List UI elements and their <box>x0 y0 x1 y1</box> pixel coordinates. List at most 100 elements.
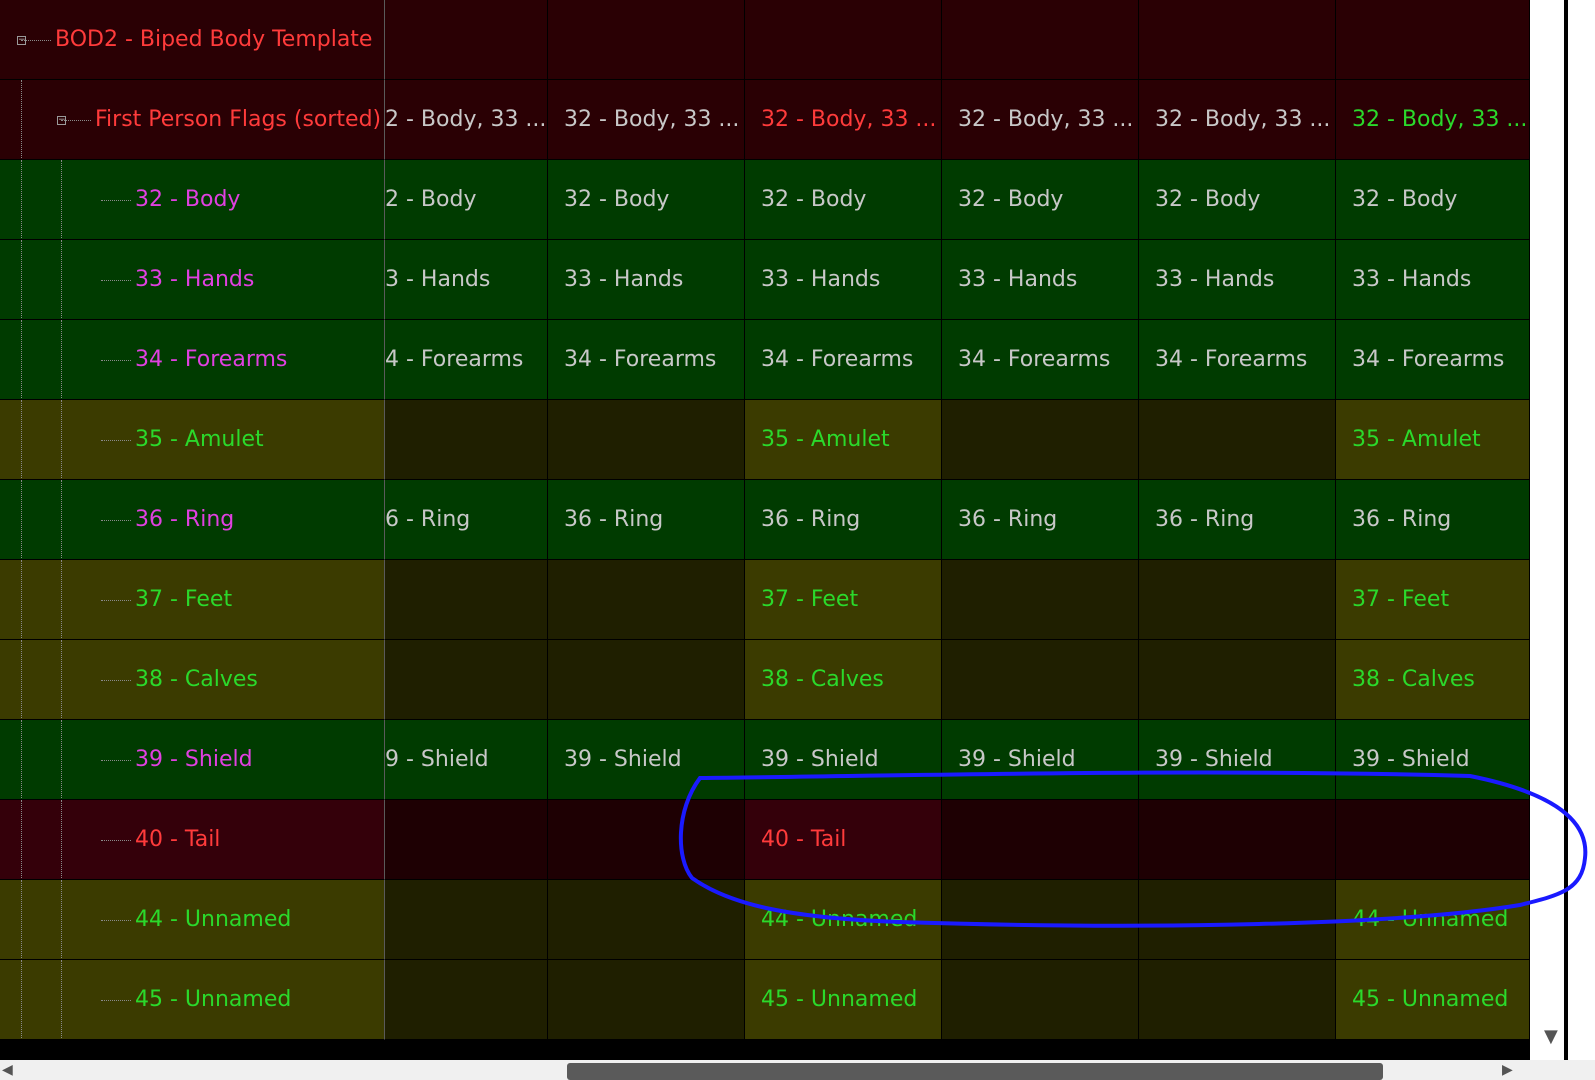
record-cell[interactable] <box>548 880 745 960</box>
row-name-cell[interactable]: − First Person Flags (sorted) <box>0 80 385 160</box>
record-cell[interactable] <box>548 400 745 480</box>
record-cell[interactable] <box>548 800 745 880</box>
record-cell[interactable] <box>548 560 745 640</box>
table-row[interactable]: − BOD2 - Biped Body Template <box>0 0 1530 80</box>
record-cell[interactable] <box>1139 640 1336 720</box>
record-cell[interactable]: 36 - Ring <box>548 480 745 560</box>
record-cell[interactable]: 32 - Body <box>942 160 1139 240</box>
record-cell[interactable] <box>1336 0 1530 80</box>
record-cell[interactable]: 45 - Unnamed <box>745 960 942 1040</box>
record-cell[interactable] <box>385 560 548 640</box>
record-cell[interactable]: 36 - Ring <box>745 480 942 560</box>
record-cell[interactable] <box>1336 800 1530 880</box>
record-cell[interactable]: 44 - Unnamed <box>745 880 942 960</box>
scroll-left-arrow-icon[interactable]: ◀ <box>2 1063 13 1077</box>
scroll-down-arrow-icon[interactable]: ▼ <box>1544 1028 1558 1046</box>
record-cell[interactable]: 37 - Feet <box>1336 560 1530 640</box>
record-cell[interactable]: 34 - Forearms <box>745 320 942 400</box>
table-row[interactable]: 45 - Unnamed 45 - Unnamed 45 - Unnamed <box>0 960 1530 1040</box>
record-cell[interactable]: 32 - Body, 33 ... <box>1139 80 1336 160</box>
record-cell[interactable]: 32 - Body <box>1139 160 1336 240</box>
record-cell[interactable]: 3 - Hands <box>385 240 548 320</box>
record-cell[interactable]: 2 - Body, 33 ... <box>385 80 548 160</box>
record-cell[interactable]: 44 - Unnamed <box>1336 880 1530 960</box>
row-name-cell[interactable]: 38 - Calves <box>0 640 385 720</box>
record-cell[interactable] <box>745 0 942 80</box>
record-cell[interactable]: 33 - Hands <box>548 240 745 320</box>
table-row[interactable]: 40 - Tail 40 - Tail <box>0 800 1530 880</box>
table-row[interactable]: 38 - Calves 38 - Calves 38 - Calves <box>0 640 1530 720</box>
record-cell[interactable] <box>1139 0 1336 80</box>
record-cell[interactable] <box>385 400 548 480</box>
record-cell[interactable] <box>1139 960 1336 1040</box>
record-cell[interactable] <box>942 400 1139 480</box>
record-cell[interactable] <box>385 880 548 960</box>
record-cell[interactable] <box>1139 800 1336 880</box>
record-cell[interactable]: 39 - Shield <box>548 720 745 800</box>
row-name-cell[interactable]: 44 - Unnamed <box>0 880 385 960</box>
record-cell[interactable]: 2 - Body <box>385 160 548 240</box>
record-cell[interactable] <box>385 0 548 80</box>
record-cell[interactable]: 33 - Hands <box>1336 240 1530 320</box>
record-cell[interactable]: 38 - Calves <box>1336 640 1530 720</box>
record-cell[interactable]: 37 - Feet <box>745 560 942 640</box>
vertical-scrollbar[interactable] <box>1530 0 1595 1060</box>
record-cell[interactable]: 39 - Shield <box>942 720 1139 800</box>
scroll-right-arrow-icon[interactable]: ▶ <box>1502 1063 1513 1077</box>
record-cell[interactable]: 35 - Amulet <box>1336 400 1530 480</box>
record-cell[interactable] <box>942 560 1139 640</box>
record-cell[interactable] <box>942 800 1139 880</box>
record-cell[interactable]: 4 - Forearms <box>385 320 548 400</box>
record-cell[interactable]: 38 - Calves <box>745 640 942 720</box>
record-cell[interactable]: 40 - Tail <box>745 800 942 880</box>
row-name-cell[interactable]: − BOD2 - Biped Body Template <box>0 0 385 80</box>
table-row[interactable]: 34 - Forearms 4 - Forearms 34 - Forearms 34… <box>0 320 1530 400</box>
record-cell[interactable]: 34 - Forearms <box>1336 320 1530 400</box>
record-cell[interactable] <box>548 0 745 80</box>
record-cell[interactable] <box>942 640 1139 720</box>
record-cell[interactable]: 32 - Body, 33 ... <box>745 80 942 160</box>
row-name-cell[interactable]: 34 - Forearms <box>0 320 385 400</box>
table-row[interactable]: 32 - Body 2 - Body 32 - Body 32 - Body 32 - … <box>0 160 1530 240</box>
record-cell[interactable]: 36 - Ring <box>1139 480 1336 560</box>
record-cell[interactable] <box>942 880 1139 960</box>
table-row[interactable]: 44 - Unnamed 44 - Unnamed 44 - Unnamed <box>0 880 1530 960</box>
record-cell[interactable]: 33 - Hands <box>745 240 942 320</box>
record-cell[interactable]: 32 - Body <box>548 160 745 240</box>
record-cell[interactable] <box>385 960 548 1040</box>
record-cell[interactable] <box>1139 880 1336 960</box>
record-cell[interactable]: 6 - Ring <box>385 480 548 560</box>
record-cell[interactable]: 36 - Ring <box>1336 480 1530 560</box>
record-cell[interactable]: 39 - Shield <box>1336 720 1530 800</box>
record-cell[interactable]: 32 - Body <box>1336 160 1530 240</box>
record-cell[interactable]: 33 - Hands <box>1139 240 1336 320</box>
row-name-cell[interactable]: 40 - Tail <box>0 800 385 880</box>
record-cell[interactable] <box>942 960 1139 1040</box>
row-name-cell[interactable]: 36 - Ring <box>0 480 385 560</box>
row-name-cell[interactable]: 33 - Hands <box>0 240 385 320</box>
row-name-cell[interactable]: 39 - Shield <box>0 720 385 800</box>
record-cell[interactable] <box>385 800 548 880</box>
table-row[interactable]: 39 - Shield 9 - Shield 39 - Shield 39 - Shi… <box>0 720 1530 800</box>
table-row[interactable]: 36 - Ring 6 - Ring 36 - Ring 36 - Ring 36 - … <box>0 480 1530 560</box>
record-cell[interactable]: 39 - Shield <box>745 720 942 800</box>
row-name-cell[interactable]: 37 - Feet <box>0 560 385 640</box>
record-cell[interactable] <box>385 640 548 720</box>
record-cell[interactable]: 36 - Ring <box>942 480 1139 560</box>
record-cell[interactable] <box>1139 560 1336 640</box>
record-cell[interactable]: 33 - Hands <box>942 240 1139 320</box>
record-cell[interactable]: 32 - Body <box>745 160 942 240</box>
record-cell[interactable]: 34 - Forearms <box>1139 320 1336 400</box>
record-cell[interactable]: 35 - Amulet <box>745 400 942 480</box>
row-name-cell[interactable]: 35 - Amulet <box>0 400 385 480</box>
table-row[interactable]: − First Person Flags (sorted) 2 - Body, 33… <box>0 80 1530 160</box>
record-cell[interactable]: 45 - Unnamed <box>1336 960 1530 1040</box>
record-cell[interactable] <box>1139 400 1336 480</box>
row-name-cell[interactable]: 45 - Unnamed <box>0 960 385 1040</box>
record-cell[interactable]: 34 - Forearms <box>942 320 1139 400</box>
horizontal-scroll-thumb[interactable] <box>567 1063 1383 1080</box>
record-cell[interactable]: 39 - Shield <box>1139 720 1336 800</box>
row-name-cell[interactable]: 32 - Body <box>0 160 385 240</box>
record-cell[interactable]: 32 - Body, 33 ... <box>942 80 1139 160</box>
table-row[interactable]: 33 - Hands 3 - Hands 33 - Hands 33 - Hands 3… <box>0 240 1530 320</box>
